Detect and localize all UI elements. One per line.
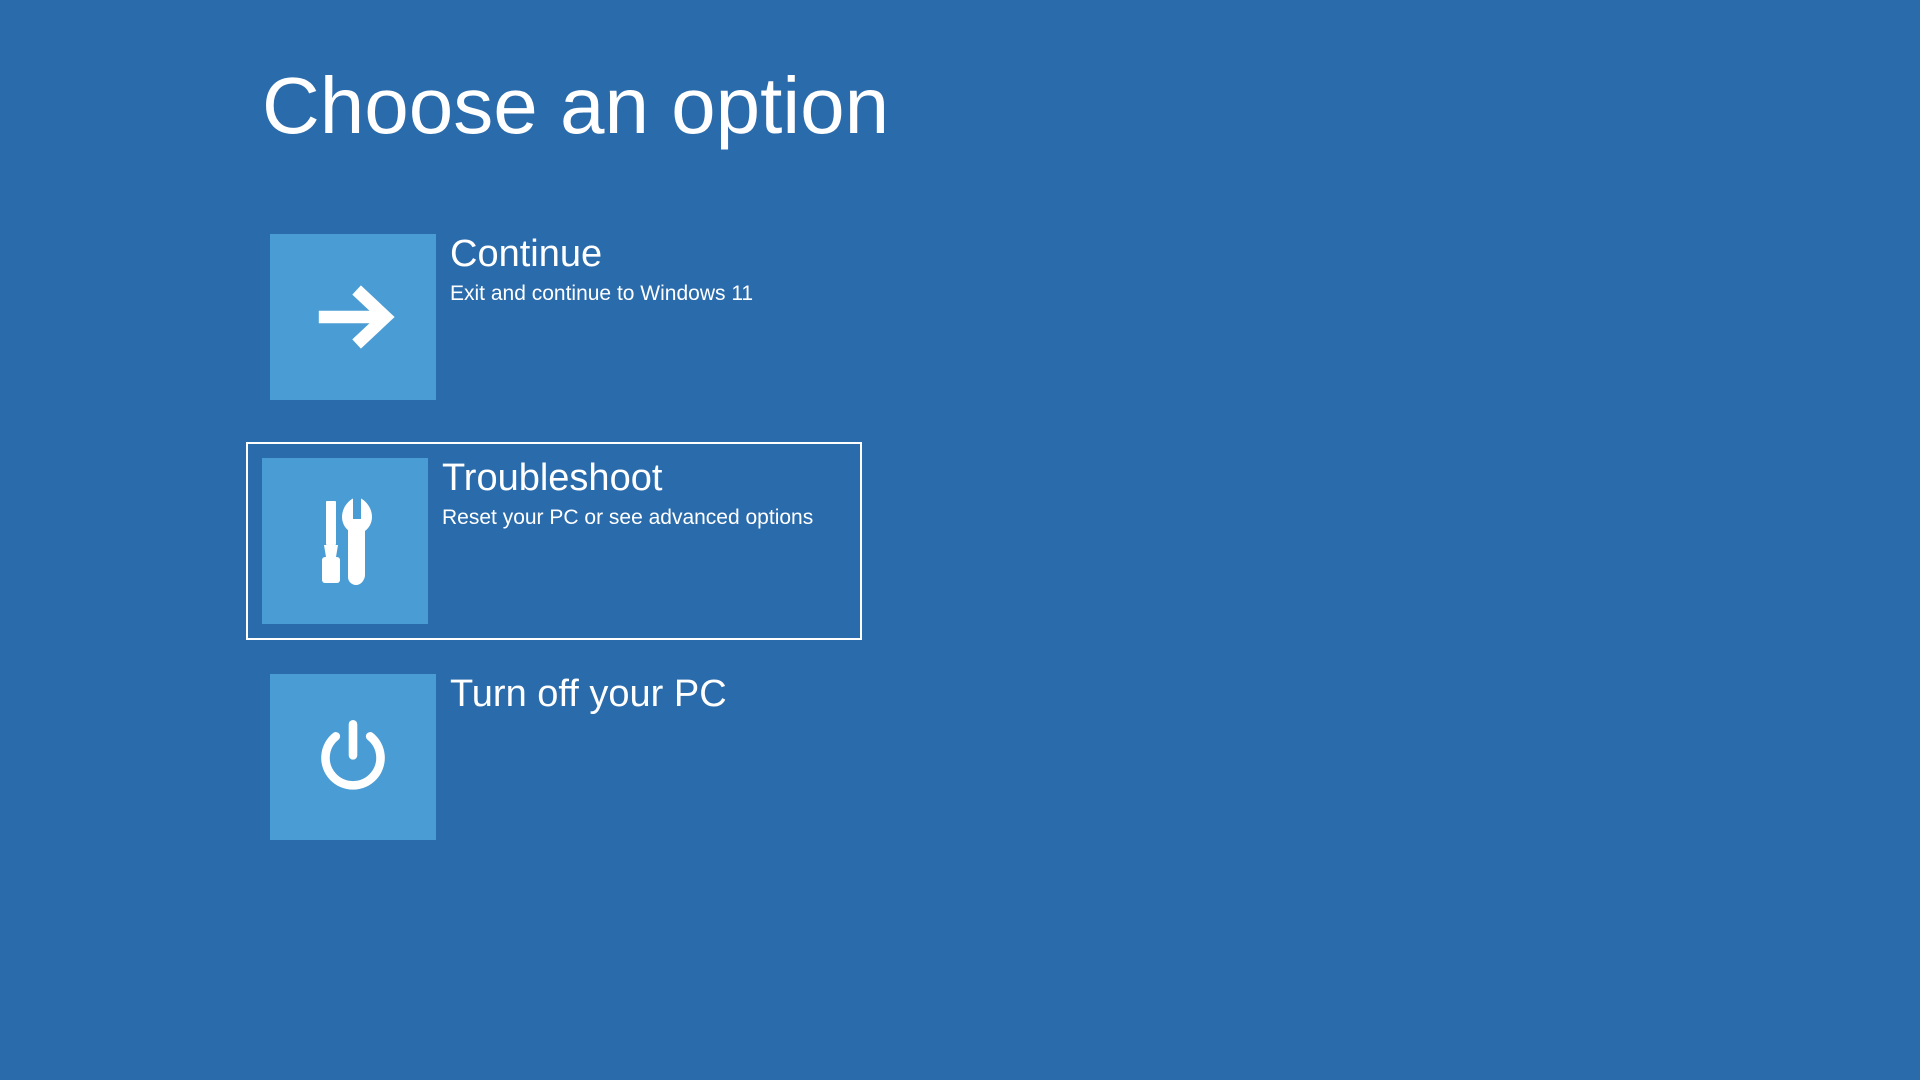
option-continue[interactable]: Continue Exit and continue to Windows 11 — [262, 226, 862, 408]
option-turnoff[interactable]: Turn off your PC — [262, 666, 862, 848]
option-troubleshoot-title: Troubleshoot — [442, 458, 813, 500]
tools-icon — [306, 491, 384, 591]
option-turnoff-text: Turn off your PC — [450, 674, 727, 716]
option-continue-text: Continue Exit and continue to Windows 11 — [450, 234, 753, 306]
option-troubleshoot-text: Troubleshoot Reset your PC or see advanc… — [442, 458, 813, 530]
turnoff-tile — [270, 674, 436, 840]
option-continue-desc: Exit and continue to Windows 11 — [450, 282, 753, 306]
page-title: Choose an option — [262, 60, 889, 152]
option-turnoff-title: Turn off your PC — [450, 674, 727, 716]
troubleshoot-tile — [262, 458, 428, 624]
arrow-right-icon — [308, 272, 398, 362]
options-list: Continue Exit and continue to Windows 11 — [262, 226, 862, 882]
option-troubleshoot-desc: Reset your PC or see advanced options — [442, 506, 813, 530]
option-troubleshoot[interactable]: Troubleshoot Reset your PC or see advanc… — [246, 442, 862, 640]
continue-tile — [270, 234, 436, 400]
power-icon — [310, 714, 396, 800]
option-continue-title: Continue — [450, 234, 753, 276]
recovery-screen: Choose an option Continue Exit and conti… — [0, 0, 1920, 1080]
